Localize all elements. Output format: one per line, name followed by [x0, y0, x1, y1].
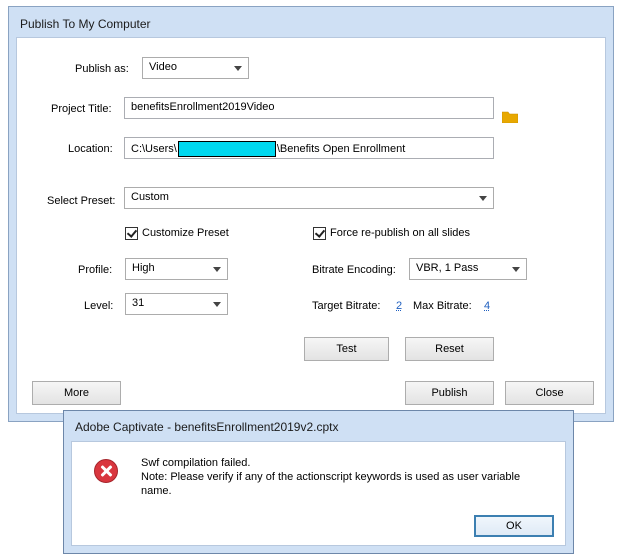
chevron-down-icon	[213, 302, 221, 307]
test-button[interactable]: Test	[304, 337, 389, 361]
publish-as-label: Publish as:	[75, 63, 129, 75]
folder-icon[interactable]	[502, 111, 518, 123]
bitrate-encoding-value: VBR, 1 Pass	[416, 262, 479, 274]
error-message-line2: Note: Please verify if any of the action…	[141, 471, 521, 483]
reset-button[interactable]: Reset	[405, 337, 494, 361]
bitrate-encoding-dropdown[interactable]: VBR, 1 Pass	[409, 258, 527, 280]
target-bitrate-value[interactable]: 2	[396, 300, 402, 312]
publish-as-dropdown[interactable]: Video	[142, 57, 249, 79]
dialog-title: Adobe Captivate - benefitsEnrollment2019…	[75, 420, 339, 434]
customize-preset-label: Customize Preset	[142, 227, 229, 239]
location-input[interactable]: C:\Users\ \Benefits Open Enrollment	[124, 137, 494, 159]
window-title: Publish To My Computer	[20, 17, 151, 31]
error-dialog: Adobe Captivate - benefitsEnrollment2019…	[63, 410, 574, 554]
error-message-line1: Swf compilation failed.	[141, 457, 251, 469]
bitrate-encoding-label: Bitrate Encoding:	[312, 264, 396, 276]
select-preset-value: Custom	[131, 191, 169, 203]
location-suffix: \Benefits Open Enrollment	[276, 142, 406, 155]
profile-dropdown[interactable]: High	[125, 258, 228, 280]
error-icon	[94, 459, 118, 483]
chevron-down-icon	[213, 267, 221, 272]
profile-label: Profile:	[78, 264, 113, 276]
force-republish-checkbox[interactable]	[313, 227, 326, 240]
ok-button[interactable]: OK	[474, 515, 554, 537]
force-republish-label: Force re-publish on all slides	[330, 227, 471, 239]
level-value: 31	[132, 297, 145, 309]
location-label: Location:	[68, 143, 113, 155]
close-button[interactable]: Close	[505, 381, 594, 405]
more-button[interactable]: More	[32, 381, 121, 405]
location-prefix: C:\Users\	[131, 142, 177, 155]
level-label: Level:	[84, 300, 114, 312]
chevron-down-icon	[512, 267, 520, 272]
profile-value: High	[132, 262, 155, 274]
redacted-username	[177, 141, 276, 157]
select-preset-label: Select Preset:	[47, 195, 116, 207]
project-title-label: Project Title:	[51, 103, 112, 115]
chevron-down-icon	[479, 196, 487, 201]
error-message-line3: name.	[141, 485, 172, 497]
project-title-input[interactable]: benefitsEnrollment2019Video	[124, 97, 494, 119]
target-bitrate-label: Target Bitrate:	[312, 300, 381, 312]
level-dropdown[interactable]: 31	[125, 293, 228, 315]
chevron-down-icon	[234, 66, 242, 71]
select-preset-dropdown[interactable]: Custom	[124, 187, 494, 209]
publish-as-value: Video	[149, 61, 177, 73]
dialog-client: Swf compilation failed. Note: Please ver…	[71, 441, 566, 546]
publish-button[interactable]: Publish	[405, 381, 494, 405]
max-bitrate-label: Max Bitrate:	[413, 300, 472, 312]
customize-preset-checkbox[interactable]	[125, 227, 138, 240]
max-bitrate-value[interactable]: 4	[484, 300, 490, 312]
